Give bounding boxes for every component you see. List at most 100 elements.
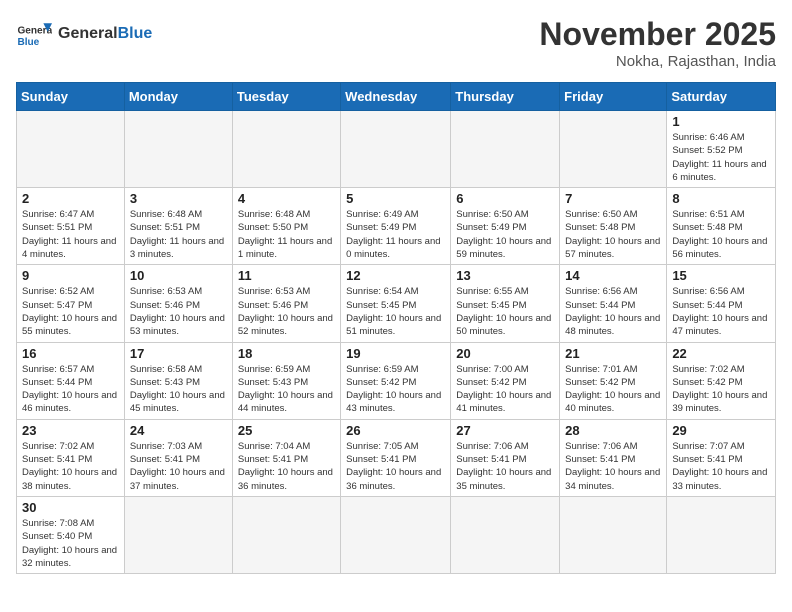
day-info: Sunrise: 6:53 AM Sunset: 5:46 PM Dayligh… <box>238 285 335 338</box>
calendar-cell: 26Sunrise: 7:05 AM Sunset: 5:41 PM Dayli… <box>341 419 451 496</box>
day-number: 30 <box>22 500 119 515</box>
day-info: Sunrise: 7:04 AM Sunset: 5:41 PM Dayligh… <box>238 440 335 493</box>
location: Nokha, Rajasthan, India <box>539 53 776 70</box>
week-row-4: 16Sunrise: 6:57 AM Sunset: 5:44 PM Dayli… <box>17 342 776 419</box>
day-info: Sunrise: 6:46 AM Sunset: 5:52 PM Dayligh… <box>672 131 770 184</box>
day-number: 18 <box>238 346 335 361</box>
day-number: 9 <box>22 268 119 283</box>
day-number: 24 <box>130 423 227 438</box>
calendar-cell: 30 Sunrise: 7:08 AM Sunset: 5:40 PM Dayli… <box>17 496 125 573</box>
calendar-cell: 18 Sunrise: 6:59 AM Sunset: 5:43 PM Dayli… <box>232 342 340 419</box>
calendar-cell <box>232 111 340 188</box>
week-row-5: 23Sunrise: 7:02 AM Sunset: 5:41 PM Dayli… <box>17 419 776 496</box>
calendar-cell: 6Sunrise: 6:50 AM Sunset: 5:49 PM Daylig… <box>451 188 560 265</box>
week-row-1: 1 Sunrise: 6:46 AM Sunset: 5:52 PM Daylig… <box>17 111 776 188</box>
calendar-cell: 12 Sunrise: 6:54 AM Sunset: 5:45 PM Dayli… <box>341 265 451 342</box>
calendar-cell: 23Sunrise: 7:02 AM Sunset: 5:41 PM Dayli… <box>17 419 125 496</box>
calendar-cell: 16Sunrise: 6:57 AM Sunset: 5:44 PM Dayli… <box>17 342 125 419</box>
day-info: Sunrise: 7:03 AM Sunset: 5:41 PM Dayligh… <box>130 440 227 493</box>
logo-icon: General Blue <box>16 16 52 52</box>
day-info: Sunrise: 6:55 AM Sunset: 5:45 PM Dayligh… <box>456 285 554 338</box>
day-number: 7 <box>565 191 661 206</box>
calendar-cell: 17 Sunrise: 6:58 AM Sunset: 5:43 PM Dayli… <box>124 342 232 419</box>
calendar-cell: 9 Sunrise: 6:52 AM Sunset: 5:47 PM Daylig… <box>17 265 125 342</box>
calendar-cell: 29Sunrise: 7:07 AM Sunset: 5:41 PM Dayli… <box>667 419 776 496</box>
day-number: 22 <box>672 346 770 361</box>
calendar-table: SundayMondayTuesdayWednesdayThursdayFrid… <box>16 82 776 574</box>
logo-text: GeneralBlue <box>58 25 152 43</box>
weekday-header-sunday: Sunday <box>17 83 125 111</box>
day-info: Sunrise: 6:51 AM Sunset: 5:48 PM Dayligh… <box>672 208 770 261</box>
day-info: Sunrise: 7:06 AM Sunset: 5:41 PM Dayligh… <box>565 440 661 493</box>
day-info: Sunrise: 6:59 AM Sunset: 5:42 PM Dayligh… <box>346 363 445 416</box>
day-number: 3 <box>130 191 227 206</box>
calendar-cell: 21 Sunrise: 7:01 AM Sunset: 5:42 PM Dayli… <box>560 342 667 419</box>
day-number: 25 <box>238 423 335 438</box>
weekday-header-tuesday: Tuesday <box>232 83 340 111</box>
day-info: Sunrise: 6:50 AM Sunset: 5:49 PM Dayligh… <box>456 208 554 261</box>
week-row-6: 30 Sunrise: 7:08 AM Sunset: 5:40 PM Dayli… <box>17 496 776 573</box>
calendar-cell: 24 Sunrise: 7:03 AM Sunset: 5:41 PM Dayli… <box>124 419 232 496</box>
day-number: 2 <box>22 191 119 206</box>
calendar-cell: 2Sunrise: 6:47 AM Sunset: 5:51 PM Daylig… <box>17 188 125 265</box>
calendar-cell: 22 Sunrise: 7:02 AM Sunset: 5:42 PM Dayli… <box>667 342 776 419</box>
calendar-cell: 11Sunrise: 6:53 AM Sunset: 5:46 PM Dayli… <box>232 265 340 342</box>
calendar-cell <box>451 496 560 573</box>
calendar-cell: 8 Sunrise: 6:51 AM Sunset: 5:48 PM Daylig… <box>667 188 776 265</box>
weekday-header-thursday: Thursday <box>451 83 560 111</box>
calendar-cell: 10Sunrise: 6:53 AM Sunset: 5:46 PM Dayli… <box>124 265 232 342</box>
day-info: Sunrise: 7:07 AM Sunset: 5:41 PM Dayligh… <box>672 440 770 493</box>
day-number: 13 <box>456 268 554 283</box>
day-info: Sunrise: 6:59 AM Sunset: 5:43 PM Dayligh… <box>238 363 335 416</box>
day-info: Sunrise: 6:49 AM Sunset: 5:49 PM Dayligh… <box>346 208 445 261</box>
calendar-cell <box>232 496 340 573</box>
day-number: 17 <box>130 346 227 361</box>
calendar-cell <box>17 111 125 188</box>
calendar-cell <box>560 111 667 188</box>
calendar-cell: 15 Sunrise: 6:56 AM Sunset: 5:44 PM Dayli… <box>667 265 776 342</box>
calendar-cell <box>341 496 451 573</box>
day-info: Sunrise: 6:52 AM Sunset: 5:47 PM Dayligh… <box>22 285 119 338</box>
day-number: 19 <box>346 346 445 361</box>
day-info: Sunrise: 6:50 AM Sunset: 5:48 PM Dayligh… <box>565 208 661 261</box>
calendar-cell <box>124 496 232 573</box>
day-info: Sunrise: 7:08 AM Sunset: 5:40 PM Dayligh… <box>22 517 119 570</box>
day-info: Sunrise: 6:56 AM Sunset: 5:44 PM Dayligh… <box>672 285 770 338</box>
calendar-cell: 4Sunrise: 6:48 AM Sunset: 5:50 PM Daylig… <box>232 188 340 265</box>
calendar-cell <box>667 496 776 573</box>
weekday-header-row: SundayMondayTuesdayWednesdayThursdayFrid… <box>17 83 776 111</box>
calendar-cell: 3Sunrise: 6:48 AM Sunset: 5:51 PM Daylig… <box>124 188 232 265</box>
weekday-header-wednesday: Wednesday <box>341 83 451 111</box>
day-number: 8 <box>672 191 770 206</box>
day-number: 1 <box>672 114 770 129</box>
calendar-cell: 20 Sunrise: 7:00 AM Sunset: 5:42 PM Dayli… <box>451 342 560 419</box>
page-header: General Blue GeneralBlue November 2025 N… <box>16 16 776 70</box>
day-info: Sunrise: 7:00 AM Sunset: 5:42 PM Dayligh… <box>456 363 554 416</box>
calendar-cell: 27Sunrise: 7:06 AM Sunset: 5:41 PM Dayli… <box>451 419 560 496</box>
day-number: 20 <box>456 346 554 361</box>
day-number: 26 <box>346 423 445 438</box>
day-info: Sunrise: 7:02 AM Sunset: 5:41 PM Dayligh… <box>22 440 119 493</box>
weekday-header-saturday: Saturday <box>667 83 776 111</box>
day-info: Sunrise: 7:01 AM Sunset: 5:42 PM Dayligh… <box>565 363 661 416</box>
day-info: Sunrise: 6:54 AM Sunset: 5:45 PM Dayligh… <box>346 285 445 338</box>
calendar-cell <box>560 496 667 573</box>
day-number: 16 <box>22 346 119 361</box>
day-info: Sunrise: 7:02 AM Sunset: 5:42 PM Dayligh… <box>672 363 770 416</box>
day-info: Sunrise: 6:53 AM Sunset: 5:46 PM Dayligh… <box>130 285 227 338</box>
day-info: Sunrise: 7:06 AM Sunset: 5:41 PM Dayligh… <box>456 440 554 493</box>
logo: General Blue GeneralBlue <box>16 16 152 52</box>
calendar-cell: 19 Sunrise: 6:59 AM Sunset: 5:42 PM Dayli… <box>341 342 451 419</box>
day-number: 5 <box>346 191 445 206</box>
weekday-header-monday: Monday <box>124 83 232 111</box>
day-number: 15 <box>672 268 770 283</box>
day-number: 28 <box>565 423 661 438</box>
day-number: 21 <box>565 346 661 361</box>
day-info: Sunrise: 6:58 AM Sunset: 5:43 PM Dayligh… <box>130 363 227 416</box>
calendar-cell: 25 Sunrise: 7:04 AM Sunset: 5:41 PM Dayli… <box>232 419 340 496</box>
calendar-cell: 1 Sunrise: 6:46 AM Sunset: 5:52 PM Daylig… <box>667 111 776 188</box>
day-number: 12 <box>346 268 445 283</box>
week-row-2: 2Sunrise: 6:47 AM Sunset: 5:51 PM Daylig… <box>17 188 776 265</box>
calendar-cell: 13 Sunrise: 6:55 AM Sunset: 5:45 PM Dayli… <box>451 265 560 342</box>
day-number: 14 <box>565 268 661 283</box>
